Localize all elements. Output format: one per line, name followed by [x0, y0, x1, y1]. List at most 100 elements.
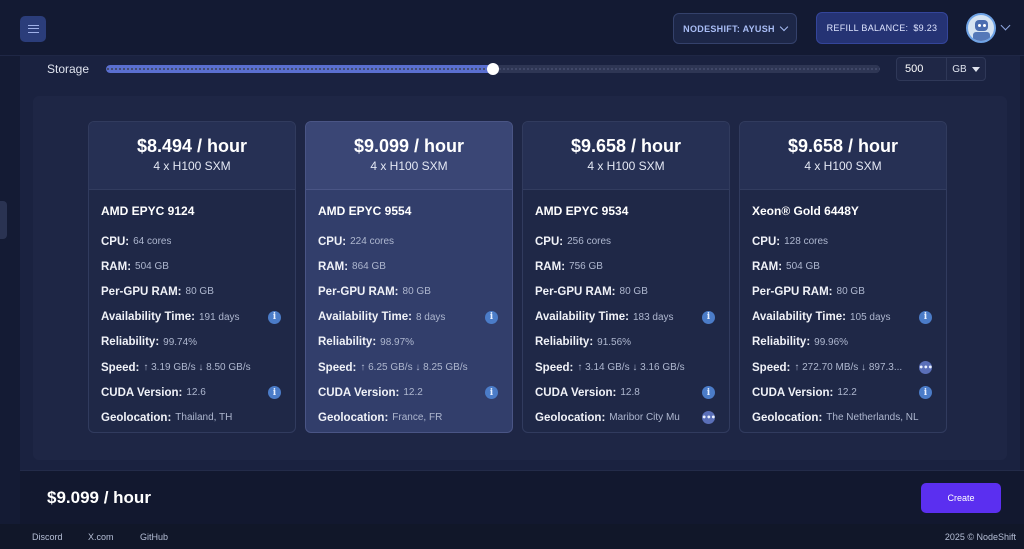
spec-value: 12.2 — [837, 387, 857, 399]
spec-label: Per-GPU RAM: — [318, 285, 399, 298]
spec-label: Reliability: — [535, 336, 594, 349]
spec-row-reliability: Reliability: 99.96% — [752, 330, 934, 355]
spec-row-reliability: Reliability: 91.56% — [535, 330, 717, 355]
avatar[interactable] — [966, 13, 996, 43]
account-chevron-icon[interactable] — [1000, 20, 1011, 31]
top-bar: NODESHIFT: AYUSH REFILL BALANCE: $9.23 — [0, 0, 1024, 56]
spec-row-speed: Speed: ↑ 6.25 GB/s ↓ 8.25 GB/s — [318, 355, 500, 380]
spec-row-availability: Availability Time: 8 days i — [318, 305, 500, 330]
spec-row-ram: RAM: 504 GB — [752, 254, 934, 279]
cpu-model: AMD EPYC 9124 — [101, 204, 195, 218]
spec-label: Geolocation: — [535, 411, 606, 424]
gpu-offer-card[interactable]: $8.494 / hour 4 x H100 SXM AMD EPYC 9124 CP… — [88, 121, 296, 433]
storage-label: Storage — [47, 62, 90, 76]
storage-slider-thumb[interactable] — [487, 63, 499, 75]
spec-value: 105 days — [849, 311, 891, 323]
spec-label: Speed: — [535, 361, 574, 374]
spec-value: 98.97% — [380, 336, 415, 348]
spec-value: France, FR — [392, 412, 443, 424]
storage-value-input[interactable]: 500 — [897, 58, 947, 80]
info-icon[interactable]: i — [268, 310, 281, 324]
github-link[interactable]: GitHub — [140, 532, 168, 542]
gpu-offer-card[interactable]: $9.099 / hour 4 x H100 SXM AMD EPYC 9554 CP… — [305, 121, 513, 433]
spec-value: 191 days — [198, 311, 240, 323]
more-icon[interactable]: ••• — [702, 411, 716, 425]
spec-label: Geolocation: — [318, 411, 389, 424]
cpu-model: Xeon® Gold 6448Y — [752, 204, 859, 218]
card-body: AMD EPYC 9554 CPU: 224 cores RAM: 864 GB Per-… — [306, 190, 512, 431]
discord-link[interactable]: Discord — [32, 532, 63, 542]
card-header: $9.658 / hour 4 x H100 SXM — [740, 122, 946, 190]
spec-value: 80 GB — [619, 286, 648, 298]
spec-value: 504 GB — [786, 261, 820, 273]
spec-row-ram: RAM: 504 GB — [101, 254, 283, 279]
card-gpu-config: 4 x H100 SXM — [370, 159, 448, 173]
hamburger-menu-button[interactable] — [20, 16, 46, 42]
spec-label: Geolocation: — [101, 411, 172, 424]
spec-label: Speed: — [752, 361, 791, 374]
spec-row-cpu: CPU: 256 cores — [535, 229, 717, 254]
spec-row-geolocation: Geolocation: The Netherlands, NL — [752, 405, 934, 430]
info-icon[interactable]: i — [919, 310, 932, 324]
card-gpu-config: 4 x H100 SXM — [153, 159, 231, 173]
gpu-offer-card[interactable]: $9.658 / hour 4 x H100 SXM Xeon® Gold 6448… — [739, 121, 947, 433]
gpu-offer-card[interactable]: $9.658 / hour 4 x H100 SXM AMD EPYC 9534 CP… — [522, 121, 730, 433]
more-icon[interactable]: ••• — [919, 360, 933, 374]
card-gpu-config: 4 x H100 SXM — [804, 159, 882, 173]
info-icon[interactable]: i — [919, 386, 932, 400]
spec-row-reliability: Reliability: 98.97% — [318, 330, 500, 355]
info-icon[interactable]: i — [485, 386, 498, 400]
info-icon[interactable]: i — [702, 310, 715, 324]
spec-label: RAM: — [318, 260, 349, 273]
menu-icon — [27, 25, 39, 33]
caret-down-icon — [971, 66, 980, 72]
refill-balance-button[interactable]: REFILL BALANCE: $9.23 — [816, 12, 948, 44]
card-body: AMD EPYC 9534 CPU: 256 cores RAM: 756 GB Per-… — [523, 190, 729, 431]
spec-value: 224 cores — [350, 236, 395, 248]
spec-value: 91.56% — [597, 336, 632, 348]
info-icon[interactable]: i — [702, 386, 715, 400]
balance-amount: $9.23 — [913, 23, 938, 33]
avatar-body — [973, 32, 990, 41]
storage-unit-label: GB — [952, 63, 967, 75]
x-link[interactable]: X.com — [88, 532, 114, 542]
spec-label: CPU: — [318, 235, 347, 248]
organization-selector[interactable]: NODESHIFT: AYUSH — [673, 13, 797, 44]
info-icon[interactable]: i — [268, 386, 281, 400]
storage-unit-select[interactable]: GB — [947, 64, 985, 75]
spec-row-cuda: CUDA Version: 12.6 i — [101, 380, 283, 405]
spec-row-per-gpu-ram: Per-GPU RAM: 80 GB — [101, 279, 283, 304]
spec-row-speed: Speed: ↑ 272.70 MB/s ↓ 897.3... ••• — [752, 355, 934, 380]
spec-label: CPU: — [752, 235, 781, 248]
spec-label: Per-GPU RAM: — [535, 285, 616, 298]
organization-label: NODESHIFT: AYUSH — [683, 23, 775, 34]
spec-value: 864 GB — [352, 261, 386, 273]
spec-label: Geolocation: — [752, 411, 823, 424]
spec-label: CUDA Version: — [535, 386, 617, 399]
spec-row-cuda: CUDA Version: 12.8 i — [535, 380, 717, 405]
card-price: $9.099 / hour — [353, 136, 465, 156]
spec-row-cuda: CUDA Version: 12.2 i — [318, 380, 500, 405]
avatar-eye — [983, 24, 986, 27]
spec-value: 8 days — [415, 311, 446, 323]
spec-value: 12.2 — [403, 387, 423, 399]
spec-row-availability: Availability Time: 105 days i — [752, 305, 934, 330]
sidebar-drawer-handle[interactable] — [0, 201, 7, 239]
spec-value: 99.74% — [163, 336, 198, 348]
spec-value: ↑ 272.70 MB/s ↓ 897.3... — [794, 362, 903, 374]
spec-value: 99.96% — [814, 336, 849, 348]
spec-label: CPU: — [101, 235, 130, 248]
card-gpu-config: 4 x H100 SXM — [587, 159, 665, 173]
spec-value: Maribor City Mu — [609, 412, 680, 424]
spec-label: Availability Time: — [101, 311, 195, 324]
create-button[interactable]: Create — [921, 483, 1001, 513]
spec-label: RAM: — [101, 260, 132, 273]
storage-amount-field[interactable]: 500 GB — [896, 57, 986, 81]
selected-price: $9.099 / hour — [47, 488, 151, 507]
info-icon[interactable]: i — [485, 310, 498, 324]
spec-row-geolocation: Geolocation: Maribor City Mu ••• — [535, 405, 717, 430]
bottom-links-bar: Discord X.com GitHub 2025 © NodeShift — [0, 524, 1024, 549]
spec-row-cpu: CPU: 128 cores — [752, 229, 934, 254]
spec-label: Availability Time: — [318, 311, 412, 324]
spec-value: 12.6 — [186, 387, 206, 399]
